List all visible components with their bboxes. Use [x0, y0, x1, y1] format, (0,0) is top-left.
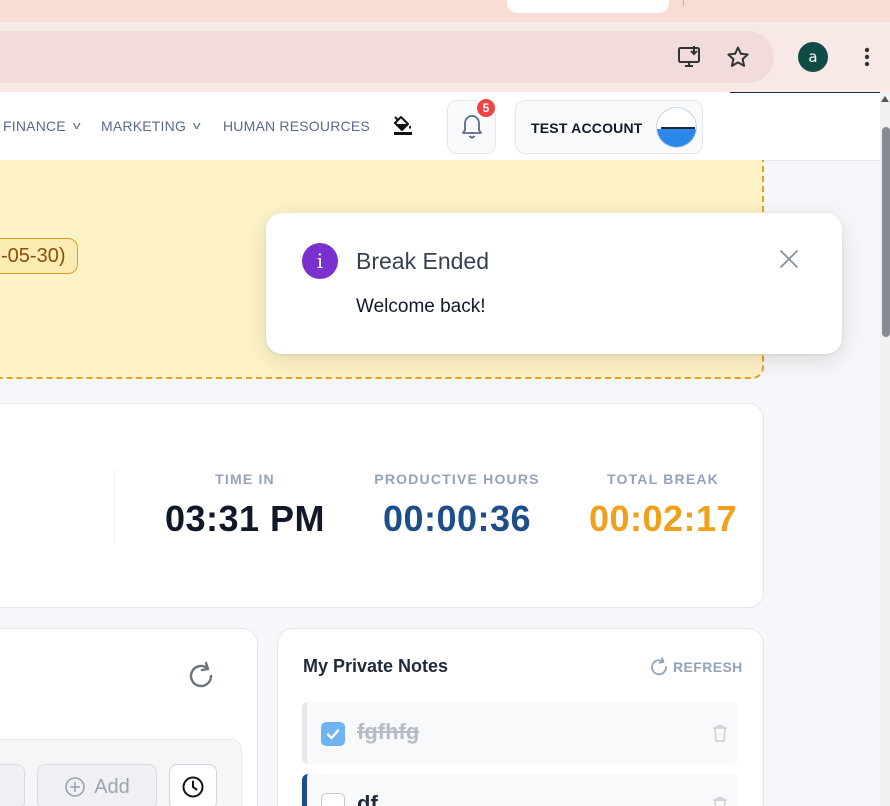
- account-name: TEST ACCOUNT: [531, 120, 643, 136]
- refresh-icon: [651, 657, 667, 676]
- toast-message: Welcome back!: [356, 296, 486, 317]
- nav-marketing[interactable]: MARKETING v: [101, 118, 201, 134]
- productive-hours-label: PRODUCTIVE HOURS: [374, 471, 540, 487]
- browser-profile-avatar[interactable]: a: [798, 42, 828, 72]
- productive-hours-value: 00:00:36: [382, 498, 532, 539]
- add-task-label: Add: [94, 775, 130, 798]
- note-item[interactable]: fgfhfg: [302, 702, 738, 764]
- stats-divider: [114, 468, 115, 544]
- chevron-down-icon: v: [192, 120, 201, 132]
- header-divider: [730, 92, 890, 93]
- nav-human-resources[interactable]: HUMAN RESOURCES: [223, 118, 371, 134]
- add-task-button[interactable]: Add: [37, 764, 157, 806]
- time-in-value: 03:31 PM: [164, 498, 326, 539]
- bookmark-star-icon[interactable]: [722, 41, 754, 73]
- refresh-icon[interactable]: [186, 661, 216, 691]
- paint-bucket-icon[interactable]: [391, 112, 415, 136]
- browser-tabstrip: [0, 0, 890, 22]
- install-app-icon[interactable]: [674, 41, 706, 73]
- note-text: fgfhfg: [357, 719, 420, 744]
- date-pill: -05-30): [0, 238, 79, 274]
- clock-icon: [182, 776, 204, 798]
- time-in-label: TIME IN: [215, 471, 275, 487]
- nav-finance-label: FINANCE: [3, 118, 66, 134]
- check-icon: [326, 729, 340, 740]
- chevron-down-icon: v: [72, 120, 81, 132]
- account-button[interactable]: TEST ACCOUNT: [515, 100, 703, 154]
- total-break-value: 00:02:17: [588, 498, 738, 539]
- toast-title: Break Ended: [356, 248, 489, 274]
- browser-tab-active[interactable]: [507, 0, 669, 13]
- account-avatar: [656, 107, 697, 148]
- notification-count-badge: 5: [475, 97, 497, 119]
- note-text: df: [357, 791, 378, 806]
- more-menu-icon[interactable]: [851, 41, 883, 73]
- trash-icon[interactable]: [711, 723, 729, 743]
- trash-icon[interactable]: [711, 795, 729, 806]
- add-circle-icon: [65, 777, 86, 797]
- info-icon: i: [302, 243, 338, 279]
- total-break-label: TOTAL BREAK: [607, 471, 719, 487]
- close-icon[interactable]: [778, 248, 800, 270]
- notes-refresh-label: REFRESH: [673, 659, 743, 675]
- scroll-up-arrow-icon[interactable]: [881, 96, 889, 102]
- schedule-button[interactable]: [169, 764, 217, 806]
- break-ended-toast: i Break Ended Welcome back!: [266, 213, 842, 354]
- browser-toolbar: a: [0, 22, 890, 92]
- note-checkbox[interactable]: [321, 793, 345, 806]
- tab-separator: [683, 0, 684, 6]
- nav-hr-label: HUMAN RESOURCES: [223, 118, 370, 134]
- address-bar[interactable]: [0, 31, 774, 83]
- note-item[interactable]: df: [302, 774, 738, 806]
- scrollbar-thumb[interactable]: [882, 127, 890, 337]
- nav-marketing-label: MARKETING: [101, 118, 187, 134]
- notes-refresh-button[interactable]: REFRESH: [649, 657, 743, 677]
- nav-finance[interactable]: FINANCE v: [3, 118, 80, 134]
- note-checkbox[interactable]: [321, 722, 345, 746]
- notes-title: My Private Notes: [303, 656, 449, 676]
- app-header: FINANCE v MARKETING v HUMAN RESOURCES TE…: [0, 92, 890, 161]
- task-input-field[interactable]: [0, 764, 25, 806]
